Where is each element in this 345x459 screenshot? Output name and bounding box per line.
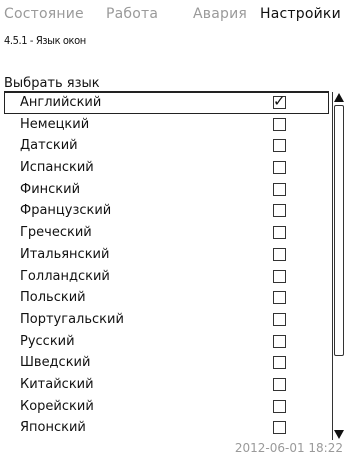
language-label: Русский [20,333,75,349]
language-label: Английский [20,95,102,110]
language-label: Испанский [20,160,94,176]
tab-bar: Состояние Работа Авария Настройки [0,0,345,30]
language-label: Датский [20,138,78,154]
breadcrumb: 4.5.1 - Язык окон [4,34,86,47]
language-label: Французский [20,203,112,219]
language-option[interactable]: Китайский [4,374,329,396]
tab-status[interactable]: Состояние [4,6,84,22]
language-label: Финский [20,181,81,197]
scroll-down-arrow-icon[interactable] [334,430,344,439]
timestamp: 2012-06-01 18:22 [234,441,343,455]
section-title: Выбрать язык [4,76,100,91]
scroll-up-arrow-icon[interactable] [334,93,344,102]
language-option[interactable]: Японский [4,417,329,439]
language-checkbox[interactable] [273,291,286,305]
language-option[interactable]: Датский [4,135,329,157]
language-label: Корейский [20,398,94,414]
language-option[interactable]: Польский [4,287,329,309]
language-checkbox[interactable] [273,269,286,283]
language-option[interactable]: Русский [4,331,329,353]
language-label: Японский [20,420,86,436]
language-option[interactable]: Немецкий [4,114,329,136]
language-checkbox[interactable] [273,117,286,131]
language-list: Английский ✓ Немецкий Датский Испанский Финск… [4,91,329,439]
language-checkbox[interactable] [273,312,286,326]
tab-settings[interactable]: Настройки [260,6,341,22]
language-checkbox[interactable] [273,421,286,435]
language-checkbox[interactable] [273,139,286,153]
language-checkbox[interactable] [273,356,286,370]
language-option[interactable]: Корейский [4,396,329,418]
language-checkbox[interactable] [273,226,286,240]
language-checkbox[interactable] [273,204,286,218]
language-checkbox[interactable] [273,247,286,261]
language-option[interactable]: Шведский [4,352,329,374]
tab-alarm[interactable]: Авария [193,6,247,22]
language-checkbox[interactable]: ✓ [273,92,286,110]
language-checkbox[interactable] [273,334,286,348]
scrollbar[interactable] [332,92,344,440]
language-option[interactable]: Греческий [4,222,329,244]
language-label: Голландский [20,268,110,284]
language-label: Китайский [20,376,94,392]
language-option[interactable]: Испанский [4,157,329,179]
tab-operation[interactable]: Работа [106,6,158,22]
language-option[interactable]: Финский [4,179,329,201]
language-option[interactable]: Итальянский [4,244,329,266]
checkmark-icon: ✓ [273,92,286,110]
language-option[interactable]: Французский [4,200,329,222]
language-label: Шведский [20,355,91,371]
language-option[interactable]: Английский ✓ [4,92,329,114]
language-checkbox[interactable] [273,161,286,175]
scroll-thumb[interactable] [334,105,344,356]
language-label: Итальянский [20,246,110,262]
language-label: Немецкий [20,116,90,132]
language-checkbox[interactable] [273,377,286,391]
language-checkbox[interactable] [273,399,286,413]
language-option[interactable]: Португальский [4,309,329,331]
language-option[interactable]: Голландский [4,266,329,288]
language-checkbox[interactable] [273,182,286,196]
language-label: Греческий [20,225,92,241]
language-label: Португальский [20,311,124,327]
language-label: Польский [20,290,86,306]
